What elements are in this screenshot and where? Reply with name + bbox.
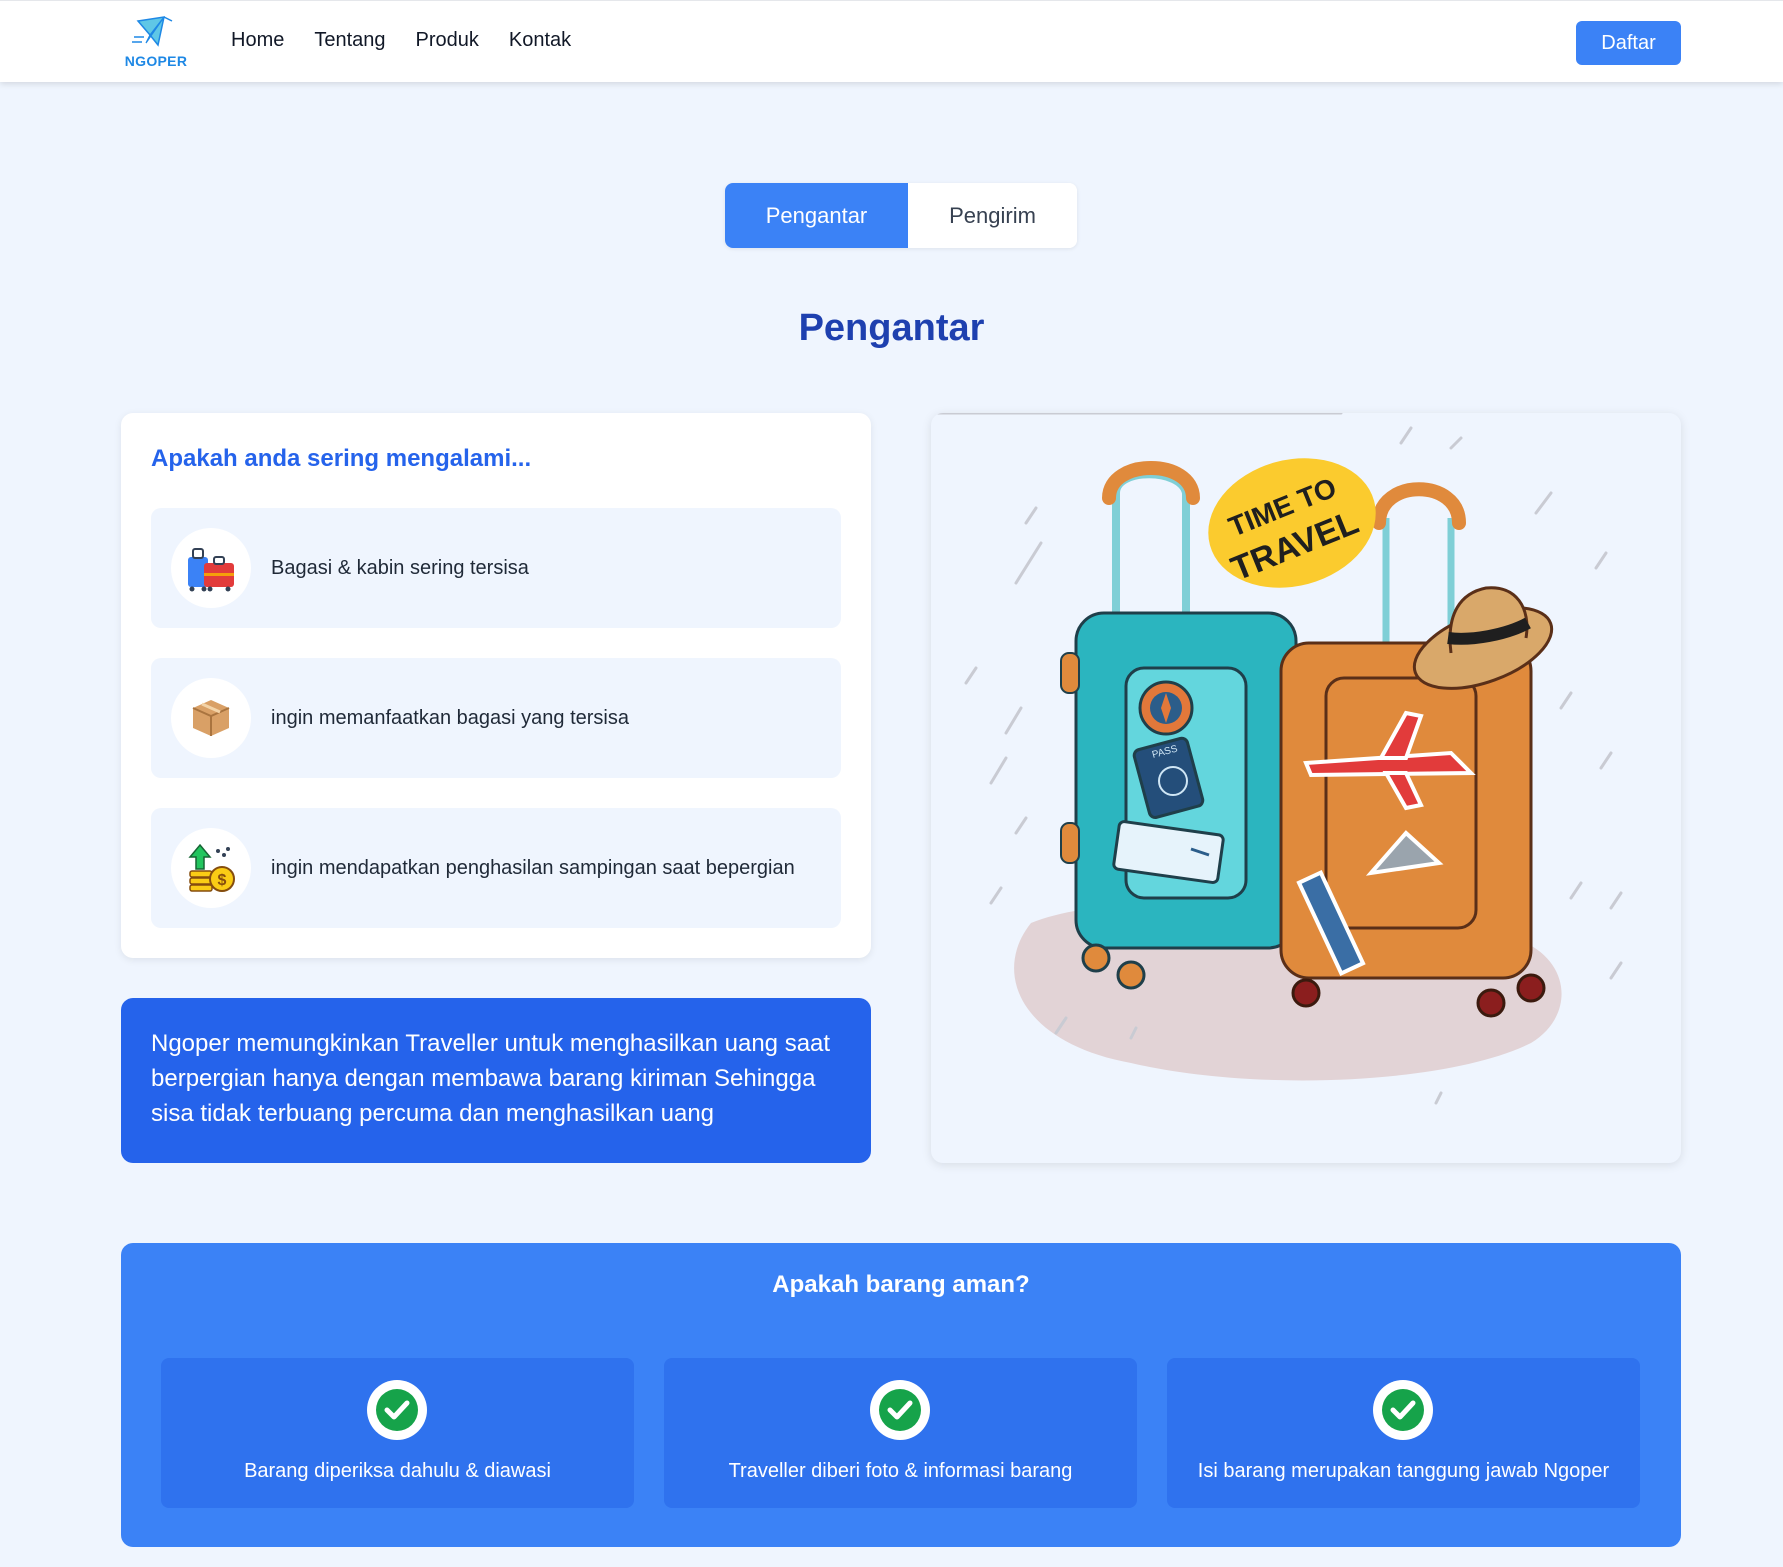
safety-text: Barang diperiksa dahulu & diawasi: [244, 1460, 551, 1482]
problem-text: ingin memanfaatkan bagasi yang tersisa: [271, 706, 629, 729]
check-icon: [1373, 1380, 1433, 1440]
section-title: Pengantar: [798, 307, 985, 349]
nav-produk-link[interactable]: Produk: [416, 29, 479, 52]
nav-home-link[interactable]: Home: [231, 29, 284, 52]
safety-text: Traveller diberi foto & informasi barang: [728, 1460, 1073, 1482]
brand-name: NGOPER: [124, 53, 188, 69]
check-icon: [367, 1380, 427, 1440]
navbar: NGOPER Home Tentang Produk Kontak Daftar: [0, 0, 1783, 82]
problems-card: Apakah anda sering mengalami... Bagasi &…: [121, 413, 871, 958]
check-icon: [870, 1380, 930, 1440]
problem-text: Bagasi & kabin sering tersisa: [271, 556, 529, 579]
main-nav: Home Tentang Produk Kontak: [231, 29, 601, 52]
problem-item: $ ingin mendapatkan penghasilan sampinga…: [151, 808, 841, 928]
daftar-button[interactable]: Daftar: [1576, 21, 1681, 65]
nav-kontak-link[interactable]: Kontak: [509, 29, 571, 52]
brand-logo[interactable]: NGOPER: [124, 15, 188, 71]
safety-text: Isi barang merupakan tanggung jawab Ngop…: [1197, 1460, 1610, 1482]
money-growth-icon: $: [171, 828, 251, 908]
suitcases-illustration: PASS TIME TO TRAVEL: [931, 413, 1623, 1105]
paper-plane-icon: [132, 16, 173, 47]
role-tabs: Pengantar Pengirim: [725, 183, 1077, 248]
problems-title: Apakah anda sering mengalami...: [151, 445, 532, 472]
box-icon: [171, 678, 251, 758]
tab-pengirim[interactable]: Pengirim: [908, 183, 1077, 248]
problem-text: ingin mendapatkan penghasilan sampingan …: [271, 856, 795, 879]
safety-item: Barang diperiksa dahulu & diawasi: [161, 1358, 634, 1508]
luggage-icon: [171, 528, 251, 608]
info-text: Ngoper memungkinkan Traveller untuk meng…: [151, 1030, 831, 1127]
problem-item: ingin memanfaatkan bagasi yang tersisa: [151, 658, 841, 778]
info-box: Ngoper memungkinkan Traveller untuk meng…: [121, 998, 871, 1163]
nav-tentang-link[interactable]: Tentang: [314, 29, 385, 52]
problem-item: Bagasi & kabin sering tersisa: [151, 508, 841, 628]
svg-text:$: $: [218, 872, 227, 889]
tab-pengantar[interactable]: Pengantar: [725, 183, 908, 248]
safety-item: Traveller diberi foto & informasi barang: [664, 1358, 1137, 1508]
safety-title: Apakah barang aman?: [772, 1271, 1030, 1298]
travel-illustration-card: PASS TIME TO TRAVEL: [931, 413, 1681, 1163]
safety-item: Isi barang merupakan tanggung jawab Ngop…: [1167, 1358, 1640, 1508]
safety-section: Apakah barang aman? Barang diperiksa dah…: [121, 1243, 1681, 1547]
